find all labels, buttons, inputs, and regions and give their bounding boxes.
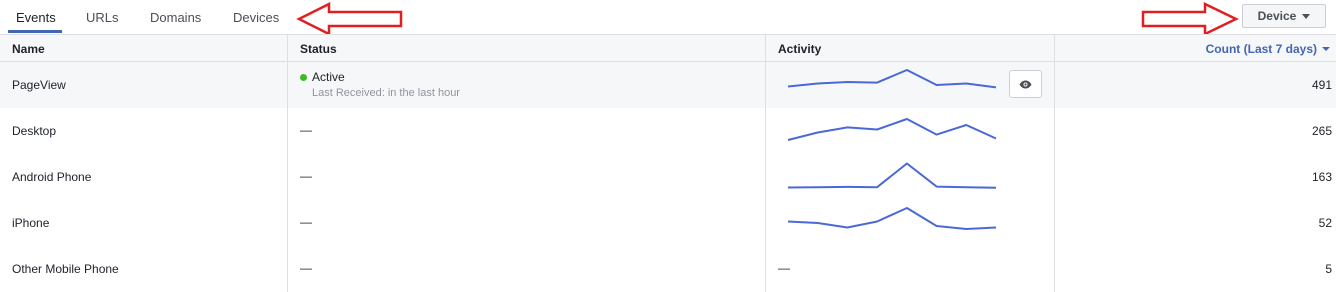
sparkline-series [787, 207, 997, 230]
count-header-label: Count (Last 7 days) [1205, 42, 1317, 56]
event-name: iPhone [12, 216, 50, 230]
eye-icon [1019, 80, 1032, 88]
device-button-label: Device [1257, 9, 1297, 23]
sort-descending-icon [1322, 47, 1330, 51]
column-divider [1054, 34, 1055, 292]
active-tab-indicator [8, 30, 62, 33]
event-count: 52 [1318, 216, 1332, 230]
right-arrow-annotation-icon [1141, 2, 1239, 36]
column-header-status[interactable]: Status [300, 42, 337, 56]
status-cell: — [300, 261, 312, 275]
status-cell: Active Last Received: in the last hour [300, 70, 460, 99]
column-header-name[interactable]: Name [12, 42, 45, 56]
status-cell: — [300, 215, 312, 229]
status-cell: — [300, 169, 312, 183]
view-details-button[interactable] [1009, 70, 1042, 98]
activity-sparkline [787, 207, 997, 230]
sparkline-series [787, 69, 997, 89]
table-row[interactable]: Android Phone — 163 [0, 154, 1336, 200]
column-divider [287, 34, 288, 292]
left-arrow-annotation-icon [296, 2, 403, 36]
event-name: PageView [12, 78, 66, 92]
activity-sparkline [787, 69, 997, 89]
tab-domains[interactable]: Domains [150, 10, 201, 25]
status-cell: — [300, 123, 312, 137]
table-row[interactable]: iPhone — 52 [0, 200, 1336, 246]
column-header-count[interactable]: Count (Last 7 days) [1206, 42, 1330, 56]
tab-events[interactable]: Events [16, 10, 56, 25]
table-header: Name Status Activity Count (Last 7 days) [0, 34, 1336, 62]
sparkline-series [787, 162, 997, 189]
event-name: Other Mobile Phone [12, 262, 119, 276]
activity-sparkline [787, 118, 997, 141]
activity-cell: — [778, 261, 790, 275]
tab-devices[interactable]: Devices [233, 10, 279, 25]
table-row[interactable]: PageView Active Last Received: in the la… [0, 62, 1336, 108]
status-label: Active [312, 70, 345, 84]
table-row[interactable]: Desktop — 265 [0, 108, 1336, 154]
tab-urls[interactable]: URLs [86, 10, 119, 25]
event-name: Android Phone [12, 170, 92, 184]
column-header-activity[interactable]: Activity [778, 42, 821, 56]
tab-bar: Events URLs Domains Devices Device [0, 0, 1336, 36]
sparkline-series [787, 118, 997, 141]
table-row[interactable]: Other Mobile Phone — — 5 [0, 246, 1336, 292]
event-count: 163 [1311, 170, 1332, 184]
column-divider [765, 34, 766, 292]
last-received-text: Last Received: in the last hour [312, 87, 460, 99]
event-count: 491 [1311, 78, 1332, 92]
activity-sparkline [787, 162, 997, 189]
event-count: 5 [1325, 262, 1332, 276]
chevron-down-icon [1302, 14, 1311, 19]
event-name: Desktop [12, 124, 57, 138]
event-count: 265 [1311, 124, 1332, 138]
active-status-dot-icon [300, 73, 307, 81]
device-dropdown-button[interactable]: Device [1242, 4, 1326, 28]
